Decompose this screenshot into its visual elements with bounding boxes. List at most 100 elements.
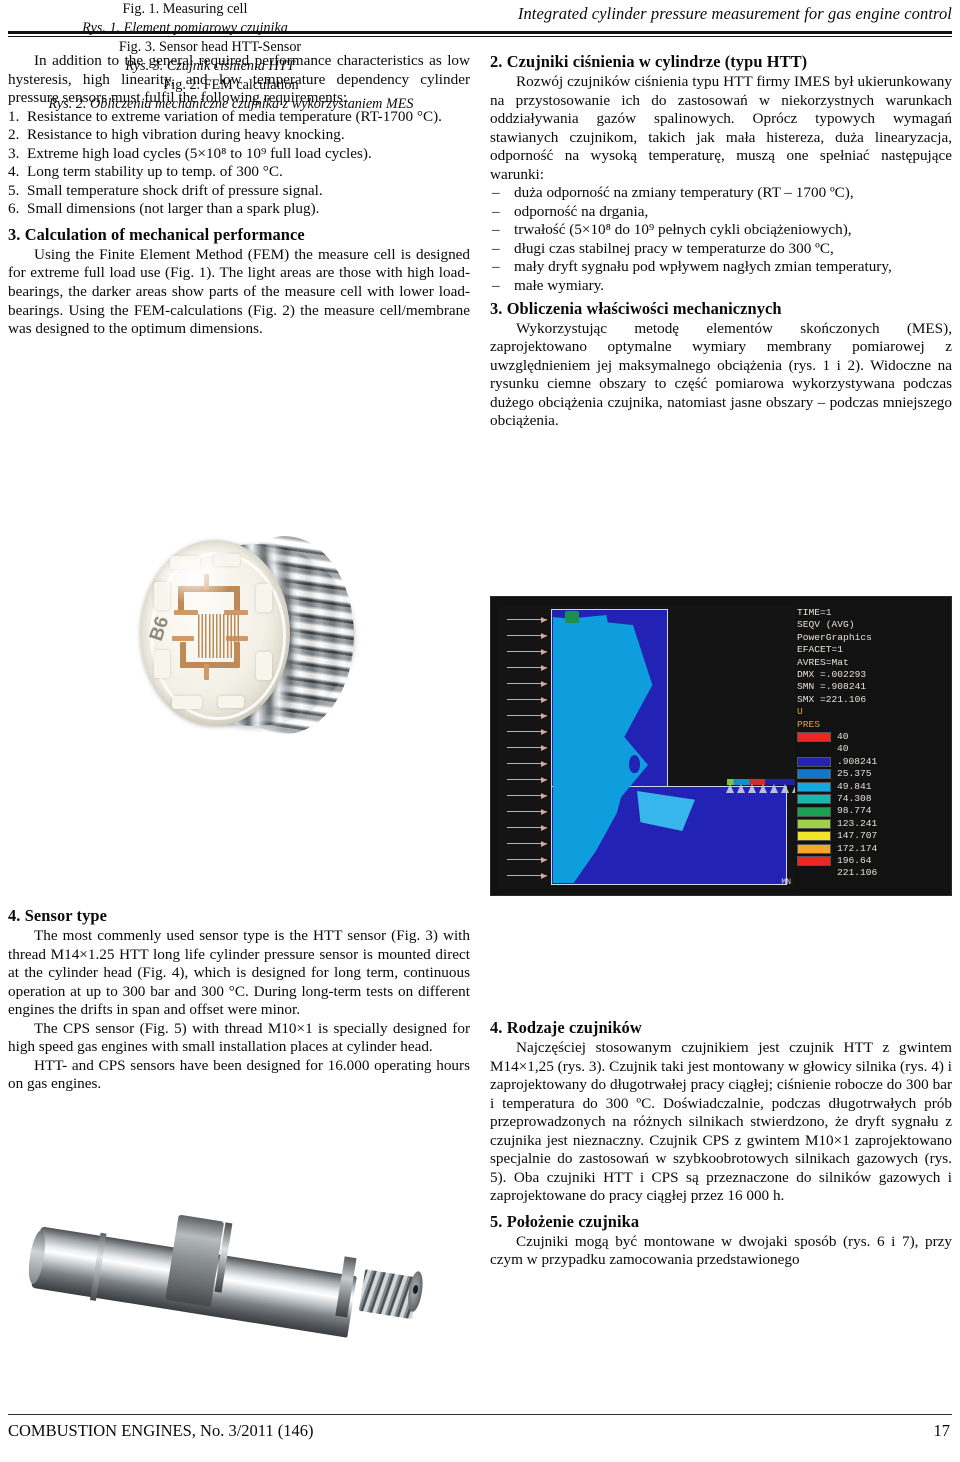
right-column: 2. Czujniki ciśnienia w cylindrze (typu … xyxy=(490,52,952,431)
legend-scale-value: .908241 xyxy=(837,755,878,767)
section-3-body-en: Using the Finite Element Method (FEM) th… xyxy=(8,245,470,338)
strain-gauge-grid xyxy=(198,614,240,658)
list-item-text: Resistance to high vibration during heav… xyxy=(27,126,345,144)
list-item: 1. Resistance to extreme variation of me… xyxy=(8,108,470,127)
face-glare xyxy=(154,548,234,604)
right-column-lower: 4. Rodzaje czujników Najczęściej stosowa… xyxy=(490,1018,952,1270)
header-double-rule xyxy=(8,31,952,38)
list-item-number: 2. xyxy=(8,126,20,144)
section-4-paragraph-3: HTT- and CPS sensors have been designed … xyxy=(8,1056,470,1093)
legend-scale-entry: 40 xyxy=(797,731,947,743)
measure-cell-section xyxy=(551,609,795,885)
legend-scale-value: 196.64 xyxy=(837,854,872,866)
sensor-diameter-step xyxy=(89,1232,107,1301)
fem-plot-area: MN xyxy=(499,605,795,889)
legend-color-swatch xyxy=(797,819,831,829)
document-page: Integrated cylinder pressure measurement… xyxy=(0,0,960,1462)
section-heading-3-pl: 3. Obliczenia właściwości mechanicznych xyxy=(490,298,782,318)
list-item-text: małe wymiary. xyxy=(514,277,605,295)
legend-line: SEQV (AVG) xyxy=(797,619,855,631)
list-item-text: Resistance to extreme variation of media… xyxy=(27,107,442,125)
min-node-label: MN xyxy=(781,878,791,887)
list-item-text: Long term stability up to temp. of 300 °… xyxy=(27,163,283,181)
list-item-number: 1. xyxy=(8,107,20,125)
list-item: – odporność na drgania, xyxy=(490,203,952,222)
list-item-text: odporność na drgania, xyxy=(514,202,649,220)
legend-color-swatch xyxy=(797,794,831,805)
section-2-body-pl: Rozwój czujników ciśnienia typu HTT firm… xyxy=(490,73,952,183)
legend-line: EFACET=1 xyxy=(797,644,844,656)
legend-scale-value: 49.841 xyxy=(837,780,872,792)
legend-scale-entry: 196.64 xyxy=(797,855,947,867)
legend-color-swatch xyxy=(797,856,831,867)
legend-color-swatch xyxy=(797,757,831,768)
left-column-lower: 4. Sensor type The most commenly used se… xyxy=(8,900,470,1094)
list-item-dash: – xyxy=(492,184,500,202)
legend-scale-value: 25.375 xyxy=(837,768,872,780)
list-item: 6. Small dimensions (not larger than a s… xyxy=(8,200,470,219)
footer-journal-title: COMBUSTION ENGINES, No. 3/2011 (146) xyxy=(8,1421,314,1440)
list-item: – małe wymiary. xyxy=(490,277,952,296)
legend-scale-value: 172.174 xyxy=(837,842,878,854)
list-item-text: trwałość (5×10⁸ do 10⁹ pełnych cykli obc… xyxy=(514,221,852,239)
section-heading-4-en: 4. Sensor type xyxy=(8,906,107,925)
section-4-paragraph-2: The CPS sensor (Fig. 5) with thread M10×… xyxy=(8,1019,470,1056)
legend-color-swatch xyxy=(797,732,831,743)
left-column: In addition to the general required perf… xyxy=(8,52,470,339)
intro-paragraph: In addition to the general required perf… xyxy=(8,52,470,107)
pressure-load-arrows xyxy=(507,615,551,887)
list-item-number: 5. xyxy=(8,181,20,199)
legend-line: AVRES=Mat xyxy=(797,656,849,668)
legend-line: TIME=1 xyxy=(797,607,832,618)
stress-contour-dark-dot xyxy=(633,781,638,786)
legend-scale-value: 123.241 xyxy=(837,817,878,829)
list-item: 5. Small temperature shock drift of pres… xyxy=(8,182,470,201)
figure-3-sensor-head-photo xyxy=(24,1196,444,1346)
section-heading-4-pl: 4. Rodzaje czujników xyxy=(490,1018,642,1037)
legend-label-pres: PRES xyxy=(797,718,821,730)
ansys-contour-plot: MN TIME=1 SEQV (AVG) PowerGraphics EFACE… xyxy=(490,596,952,896)
list-item-text: mały dryft sygnału pod wpływem nagłych z… xyxy=(514,258,892,276)
section-4-paragraph-1: The most commenly used sensor type is th… xyxy=(8,927,470,1019)
sensor-cable-end xyxy=(25,1229,49,1285)
list-item: – trwałość (5×10⁸ do 10⁹ pełnych cykli o… xyxy=(490,221,952,240)
stress-contour-green-tip xyxy=(565,611,579,623)
list-item-text: duża odporność na zmiany temperatury (RT… xyxy=(514,184,854,202)
list-item-text: Small temperature shock drift of pressur… xyxy=(27,181,323,199)
legend-line: PowerGraphics xyxy=(797,631,872,643)
legend-scale-entry: 25.375 xyxy=(797,768,947,780)
figure-2-fem-plot: MN TIME=1 SEQV (AVG) PowerGraphics EFACE… xyxy=(490,596,952,896)
section-4-body-pl: Najczęściej stosowanym czujnikiem jest c… xyxy=(490,1039,952,1205)
list-item-text: Extreme high load cycles (5×10⁸ to 10⁹ f… xyxy=(27,144,372,162)
legend-scale-value: 221.106 xyxy=(837,867,878,879)
legend-color-swatch xyxy=(797,831,831,842)
legend-label-u: U xyxy=(797,706,803,718)
legend-scale-entry: 123.241 xyxy=(797,818,947,830)
running-head: Integrated cylinder pressure measurement… xyxy=(517,4,952,23)
requirements-list-pl: – duża odporność na zmiany temperatury (… xyxy=(490,184,952,295)
list-item: 4. Long term stability up to temp. of 30… xyxy=(8,163,470,182)
legend-scale-entry: .908241 xyxy=(797,756,947,768)
requirements-list: 1. Resistance to extreme variation of me… xyxy=(8,108,470,219)
legend-color-swatch xyxy=(797,769,831,780)
list-item-text: długi czas stabilnej pracy w temperaturz… xyxy=(514,239,834,257)
legend-scale-entry: 147.707 xyxy=(797,830,947,842)
section-heading-2-pl: 2. Czujniki ciśnienia w cylindrze (typu … xyxy=(490,52,808,71)
section-3-body-pl: Wykorzystując metodę elementów skończony… xyxy=(490,319,952,430)
legend-scale-value: 98.774 xyxy=(837,805,872,817)
stress-contour-dark-spot xyxy=(629,755,640,773)
list-item: 3. Extreme high load cycles (5×10⁸ to 10… xyxy=(8,145,470,164)
section-heading-5-pl: 5. Położenie czujnika xyxy=(490,1211,640,1231)
legend-scale-entry: 74.308 xyxy=(797,793,947,805)
page-number: 17 xyxy=(933,1421,951,1440)
section-heading-3-en: 3. Calculation of mechanical performance xyxy=(8,224,305,244)
constraint-symbols xyxy=(726,783,795,795)
legend-line: SMN =.908241 xyxy=(797,681,867,693)
legend-line: SMX =221.106 xyxy=(797,693,867,705)
list-item-dash: – xyxy=(492,258,500,276)
legend-scale-value: 40 xyxy=(837,743,849,755)
list-item: 2. Resistance to high vibration during h… xyxy=(8,126,470,145)
list-item: – duża odporność na zmiany temperatury (… xyxy=(490,184,952,203)
fem-legend: TIME=1 SEQV (AVG) PowerGraphics EFACET=1… xyxy=(797,607,947,880)
section-5-body-pl: Czujniki mogą być montowane w dwojaki sp… xyxy=(490,1232,952,1269)
